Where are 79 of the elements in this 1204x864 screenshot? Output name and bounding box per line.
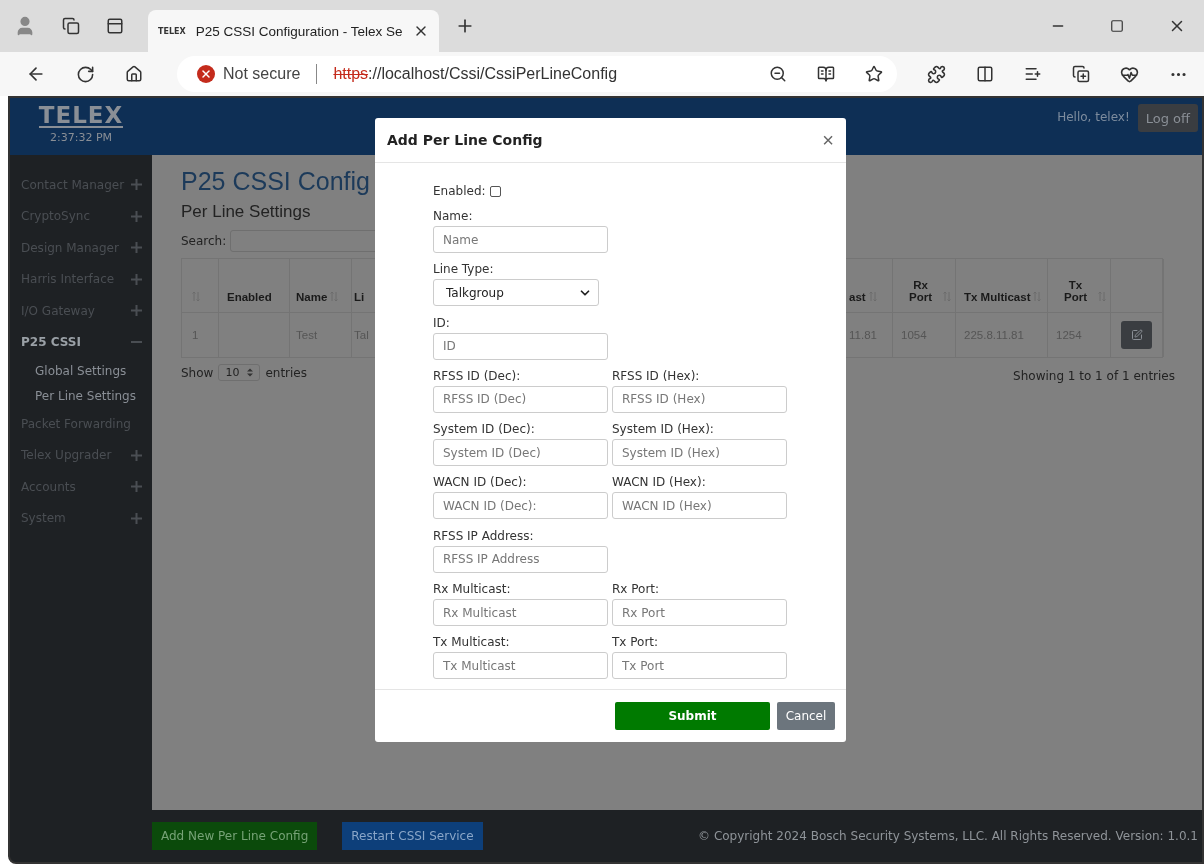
input-field[interactable]: Rx Multicast [433,599,608,627]
input-field[interactable]: RFSS ID (Hex) [612,385,787,413]
extensions-icon[interactable] [927,64,946,84]
field-label: Line Type: [433,262,495,277]
field-label: Rx Port: [612,582,661,597]
favorite-star-icon[interactable] [865,65,883,83]
sidebar-subitem[interactable]: Global Settings [10,358,152,383]
field-label: System ID (Dec): [433,422,536,437]
enabled-checkbox[interactable] [489,185,501,197]
input-field[interactable]: Rx Port [612,599,787,627]
line-type-select[interactable]: Talkgroup [433,279,599,307]
input-field[interactable]: System ID (Dec) [433,439,608,467]
reload-icon[interactable] [76,64,95,84]
page-size-select[interactable]: 10 [218,364,261,381]
entries-label: entries [265,365,307,380]
column-header[interactable]: Rx Port [893,259,956,313]
greeting-text: Hello, telex! [1057,110,1130,124]
tab-title: P25 CSSI Configuration - Telex Se [195,23,403,39]
section-title: Per Line Settings [181,202,311,222]
field-label: RFSS IP Address: [433,528,535,543]
input-field[interactable]: ID [433,332,608,360]
tab-favicon: TELEX [158,26,186,36]
input-field[interactable]: WACN ID (Dec): [433,492,608,520]
show-label: Show [181,365,214,380]
cancel-button[interactable]: Cancel [777,702,835,730]
collections-add-icon[interactable] [1072,65,1090,83]
input-field[interactable]: Tx Port [612,652,787,680]
clock-time: 2:37:32 PM [50,131,112,144]
read-aloud-icon[interactable] [817,65,835,83]
field-label: Tx Port: [612,635,660,650]
tab-actions-icon[interactable] [106,17,124,35]
field-label: Name: [433,209,474,223]
spinner-arrows-icon [247,368,254,377]
sidebar-subitem[interactable]: Per Line Settings [10,383,152,408]
favorites-list-icon[interactable] [1024,65,1042,83]
add-config-button[interactable]: Add New Per Line Config [152,822,318,850]
maximize-icon[interactable] [1110,19,1124,33]
page-title: P25 CSSI Config [181,167,370,196]
field-label: WACN ID (Dec): [433,475,528,490]
column-header[interactable]: Enabled [219,259,290,313]
not-secure-icon[interactable] [197,65,215,83]
column-header[interactable]: Name [290,259,352,313]
browser-tab[interactable]: TELEX P25 CSSI Configuration - Telex Se [148,10,439,52]
sidebar-item[interactable]: P25 CSSI [10,326,152,358]
edit-button[interactable] [1121,321,1152,349]
close-button[interactable]: × [822,130,834,150]
field-label: Rx Multicast: [433,582,512,597]
search-label: Search: [181,234,227,248]
field-label: RFSS ID (Dec): [433,368,522,383]
column-header[interactable]: Tx Multicast [956,259,1048,313]
collections-icon[interactable] [62,17,80,35]
security-label[interactable]: Not secure [223,65,301,83]
input-field[interactable]: Tx Multicast [433,652,608,680]
copyright-text: © Copyright 2024 Bosch Security Systems, LLC. All Rights Reserved. Version: 1.0.1 [698,829,1198,843]
input-field[interactable]: WACN ID (Hex) [612,492,787,520]
field-label: Tx Multicast: [433,635,511,650]
url-text[interactable]: https://localhost/Cssi/CssiPerLineConfig [333,65,761,83]
input-field[interactable]: RFSS IP Address [433,545,608,573]
field-label: Enabled: [433,184,486,198]
table-info: Showing 1 to 1 of 1 entries [1013,369,1175,383]
health-icon[interactable] [1120,64,1139,84]
log-off-button[interactable]: Log off [1137,104,1198,132]
input-field[interactable]: Name [433,226,608,253]
field-label: ID: [433,315,451,330]
restart-button[interactable]: Restart CSSI Service [342,822,483,850]
input-field[interactable]: RFSS ID (Dec) [433,385,608,413]
field-label: System ID (Hex): [612,422,715,437]
field-label: RFSS ID (Hex): [612,368,701,383]
home-icon[interactable] [125,65,143,83]
edit-icon [1130,329,1143,341]
zoom-out-icon[interactable] [769,65,787,83]
address-bar[interactable]: Not secure https://localhost/Cssi/CssiPerLineConfig [177,56,897,92]
field-label: WACN ID (Hex): [612,475,707,490]
column-header[interactable]: Tx Port [1048,259,1111,313]
modal-title: Add Per Line Config [387,132,543,148]
telex-logo: TELEX [38,104,124,128]
input-field[interactable]: System ID (Hex) [612,439,787,467]
split-screen-icon[interactable] [976,65,994,83]
submit-button[interactable]: Submit [615,702,770,730]
